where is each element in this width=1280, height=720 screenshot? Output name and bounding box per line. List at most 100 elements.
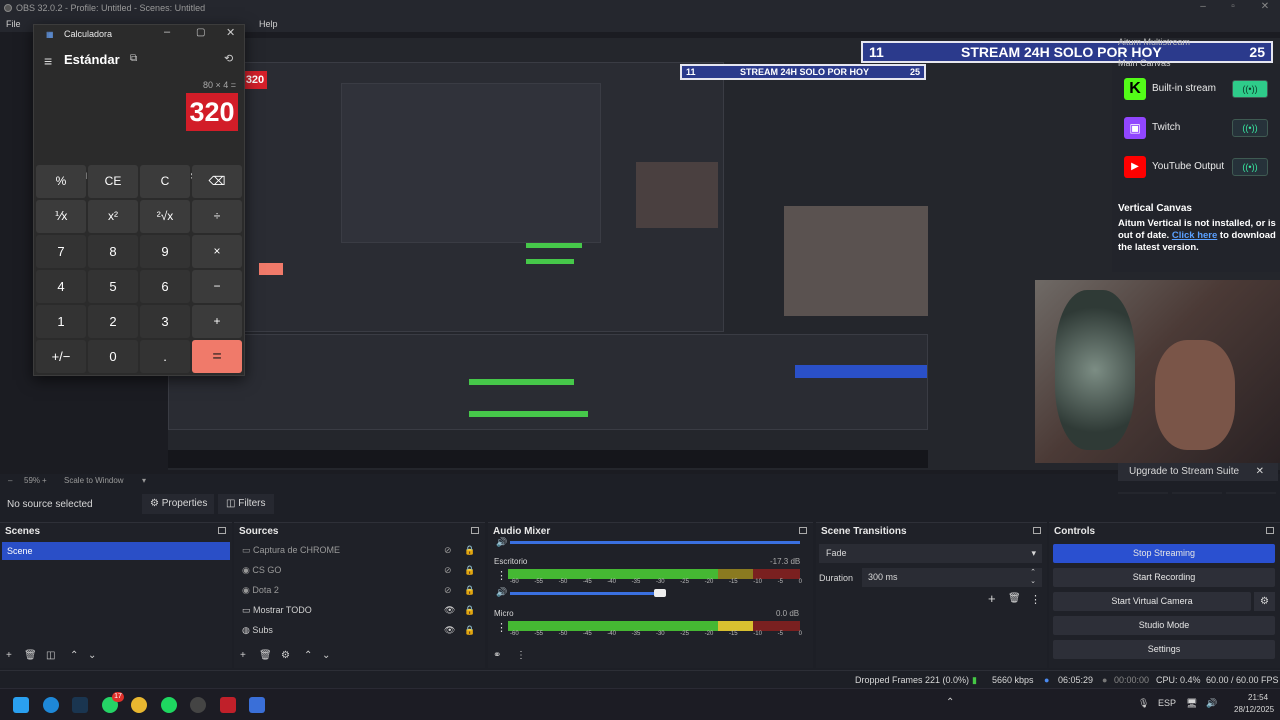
key-reciprocal[interactable]: ⅟x: [36, 200, 86, 233]
minimize-icon[interactable]: –: [164, 26, 170, 38]
volume-icon[interactable]: 🔊: [496, 587, 507, 598]
key-6[interactable]: 6: [140, 270, 190, 303]
key-equals[interactable]: =: [192, 340, 242, 373]
stepper-icon[interactable]: ⌃ ⌄: [1030, 568, 1036, 586]
key-1[interactable]: 1: [36, 305, 86, 338]
stop-streaming-button[interactable]: Stop Streaming: [1053, 544, 1275, 563]
dock-undock-icon[interactable]: [471, 527, 479, 534]
hamburger-icon[interactable]: ≡: [44, 53, 52, 69]
key-8[interactable]: 8: [88, 235, 138, 268]
history-icon[interactable]: ⟲: [224, 52, 233, 65]
trash-icon[interactable]: 🗑: [1008, 593, 1021, 604]
transition-select[interactable]: Fade ▾: [819, 544, 1042, 563]
source-item[interactable]: ▭ Mostrar TODO 👁 🔒: [242, 601, 482, 619]
key-0[interactable]: 0: [88, 340, 138, 373]
menu-file[interactable]: File: [6, 16, 21, 32]
key-decimal[interactable]: .: [140, 340, 190, 373]
chevron-down-icon[interactable]: ▾: [142, 476, 146, 485]
scale-mode[interactable]: Scale to Window: [64, 476, 124, 485]
key-divide[interactable]: ÷: [192, 200, 242, 233]
key-5[interactable]: 5: [88, 270, 138, 303]
filters-button[interactable]: ◫ Filters: [218, 494, 274, 514]
mic-icon[interactable]: 🎙: [1138, 698, 1149, 709]
key-2[interactable]: 2: [88, 305, 138, 338]
calculator-icon[interactable]: [249, 697, 265, 713]
key-multiply[interactable]: ×: [192, 235, 242, 268]
settings-button[interactable]: Settings: [1053, 640, 1275, 659]
keep-on-top-icon[interactable]: ⧉: [130, 53, 137, 64]
chevron-up-icon[interactable]: ⌃: [70, 650, 78, 661]
trash-icon[interactable]: 🗑: [259, 650, 272, 661]
zoom-in-icon[interactable]: +: [42, 476, 47, 485]
chevron-up-icon[interactable]: ⌃: [304, 650, 312, 661]
language-indicator[interactable]: ESP: [1158, 698, 1176, 708]
steam-icon[interactable]: [72, 697, 88, 713]
lock-icon[interactable]: 🔒: [464, 541, 475, 559]
dock-undock-icon[interactable]: [1266, 527, 1274, 534]
windows-start-icon[interactable]: [13, 697, 29, 713]
key-square[interactable]: x²: [88, 200, 138, 233]
add-icon[interactable]: +: [240, 650, 246, 661]
eye-icon[interactable]: 👁: [444, 601, 455, 619]
menu-help[interactable]: Help: [259, 16, 278, 32]
scene-item[interactable]: Scene: [2, 542, 230, 560]
key-4[interactable]: 4: [36, 270, 86, 303]
lock-icon[interactable]: 🔒: [464, 621, 475, 639]
kebab-icon[interactable]: ⋮: [496, 621, 507, 634]
filter-icon[interactable]: ◫: [46, 650, 55, 661]
close-icon[interactable]: ✕: [226, 26, 235, 39]
add-icon[interactable]: +: [988, 591, 996, 606]
studio-mode-button[interactable]: Studio Mode: [1053, 616, 1275, 635]
minimize-icon[interactable]: –: [1188, 0, 1218, 16]
volume-slider[interactable]: [510, 592, 660, 595]
stream-toggle[interactable]: ((•)): [1232, 158, 1268, 176]
spotify-icon[interactable]: [161, 697, 177, 713]
lock-icon[interactable]: 🔒: [464, 581, 475, 599]
chevron-down-icon[interactable]: ⌄: [322, 650, 330, 661]
key-7[interactable]: 7: [36, 235, 86, 268]
close-icon[interactable]: ✕: [1250, 0, 1280, 16]
trash-icon[interactable]: 🗑: [24, 650, 37, 661]
start-virtual-camera-button[interactable]: Start Virtual Camera: [1053, 592, 1251, 611]
dock-undock-icon[interactable]: [218, 527, 226, 534]
maximize-icon[interactable]: ▢: [196, 27, 205, 38]
key-plus[interactable]: +: [192, 305, 242, 338]
key-minus[interactable]: −: [192, 270, 242, 303]
chrome-icon[interactable]: [131, 697, 147, 713]
gear-icon[interactable]: ⚙: [281, 650, 290, 661]
network-icon[interactable]: 🖥: [1186, 698, 1197, 709]
eye-off-icon[interactable]: ⊘: [444, 561, 452, 579]
key-sqrt[interactable]: ²√x: [140, 200, 190, 233]
key-backspace[interactable]: ⌫: [192, 165, 242, 198]
key-9[interactable]: 9: [140, 235, 190, 268]
source-item[interactable]: ◍ Subs 👁 🔒: [242, 621, 482, 639]
key-3[interactable]: 3: [140, 305, 190, 338]
duration-input[interactable]: 300 ms ⌃ ⌄: [862, 568, 1042, 587]
eye-icon[interactable]: 👁: [444, 621, 455, 639]
properties-button[interactable]: ⚙ Properties: [142, 494, 214, 514]
link-icon[interactable]: ⚭: [493, 650, 501, 661]
kebab-icon[interactable]: ⋮: [1030, 593, 1041, 606]
key-c[interactable]: C: [140, 165, 190, 198]
eye-off-icon[interactable]: ⊘: [444, 541, 452, 559]
app-icon[interactable]: [220, 697, 236, 713]
chevron-down-icon[interactable]: ⌄: [88, 650, 96, 661]
obs-icon[interactable]: [190, 697, 206, 713]
chevron-up-icon[interactable]: ⌃: [946, 697, 954, 708]
stream-toggle[interactable]: ((•)): [1232, 80, 1268, 98]
source-item[interactable]: ◉ Dota 2 ⊘ 🔒: [242, 581, 482, 599]
lock-icon[interactable]: 🔒: [464, 601, 475, 619]
kebab-icon[interactable]: ⋮: [496, 569, 507, 582]
eye-off-icon[interactable]: ⊘: [444, 581, 452, 599]
volume-slider[interactable]: [510, 541, 800, 544]
add-icon[interactable]: +: [6, 650, 12, 661]
source-item[interactable]: ◉ CS GO ⊘ 🔒: [242, 561, 482, 579]
edge-icon[interactable]: [43, 697, 59, 713]
volume-handle[interactable]: [654, 589, 666, 597]
lock-icon[interactable]: 🔒: [464, 561, 475, 579]
maximize-icon[interactable]: ▫: [1218, 0, 1248, 16]
start-recording-button[interactable]: Start Recording: [1053, 568, 1275, 587]
key-negate[interactable]: +/−: [36, 340, 86, 373]
dock-undock-icon[interactable]: [799, 527, 807, 534]
gear-icon[interactable]: ⚙: [1254, 592, 1275, 611]
